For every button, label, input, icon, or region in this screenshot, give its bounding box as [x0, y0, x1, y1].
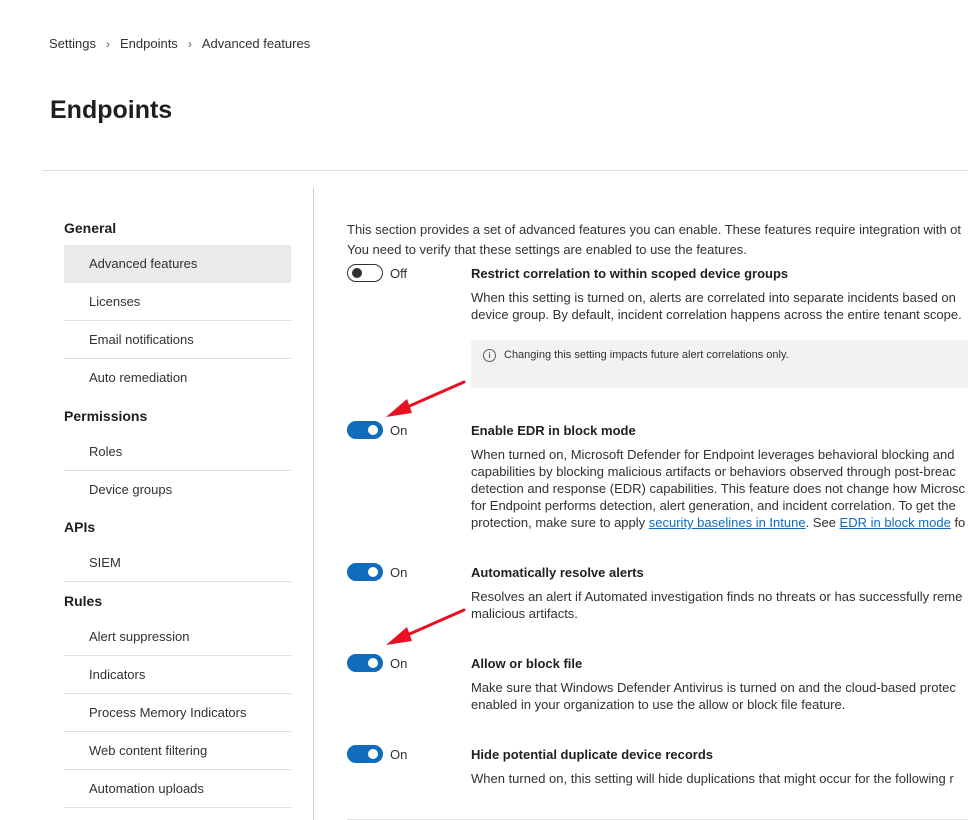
chevron-right-icon: › — [105, 36, 110, 51]
nav-item-automation-uploads[interactable]: Automation uploads — [64, 770, 291, 808]
nav-item-siem[interactable]: SIEM — [64, 544, 291, 582]
setting-desc-edr-block-mode: When turned on, Microsoft Defender for E… — [471, 447, 966, 530]
nav-item-device-groups[interactable]: Device groups — [64, 471, 291, 509]
nav-item-licenses[interactable]: Licenses — [64, 283, 291, 321]
nav-divider — [313, 188, 314, 820]
setting-desc-hide-duplicate-records: When turned on, this setting will hide d… — [471, 771, 954, 786]
breadcrumb: Settings › Endpoints › Advanced features — [49, 36, 310, 51]
breadcrumb-advanced-features: Advanced features — [201, 36, 311, 51]
nav-item-advanced-features[interactable]: Advanced features — [64, 245, 291, 283]
toggle-knob — [368, 658, 378, 668]
nav-header-rules: Rules — [64, 593, 103, 609]
setting-desc-restrict-correlation: When this setting is turned on, alerts a… — [471, 290, 962, 322]
nav-item-indicators[interactable]: Indicators — [64, 656, 291, 694]
edr-block-mode-link[interactable]: EDR in block mode — [840, 515, 951, 530]
restrict-correlation-toggle[interactable] — [347, 264, 383, 282]
edr-block-mode-toggle[interactable] — [347, 421, 383, 439]
setting-desc-auto-resolve-alerts: Resolves an alert if Automated investiga… — [471, 589, 963, 621]
setting-title-edr-block-mode: Enable EDR in block mode — [471, 423, 636, 438]
toggle-state-label: Off — [390, 266, 408, 281]
nav-item-roles[interactable]: Roles — [64, 433, 291, 471]
setting-title-allow-block-file: Allow or block file — [471, 656, 583, 671]
toggle-knob — [368, 425, 378, 435]
toggle-state-label: On — [390, 423, 408, 438]
nav-item-auto-remediation[interactable]: Auto remediation — [64, 359, 291, 397]
allow-block-file-toggle[interactable] — [347, 654, 383, 672]
setting-title-auto-resolve-alerts: Automatically resolve alerts — [471, 565, 644, 580]
toggle-state-label: On — [390, 565, 408, 580]
page-title: Endpoints — [50, 96, 173, 124]
toggle-knob — [368, 749, 378, 759]
red-arrow-icon — [386, 608, 466, 645]
toggle-knob — [368, 567, 378, 577]
info-message-text: Changing this setting impacts future ale… — [504, 349, 789, 361]
red-arrow-icon — [386, 380, 466, 417]
auto-resolve-alerts-toggle[interactable] — [347, 563, 383, 581]
info-message-box: i Changing this setting impacts future a… — [471, 340, 968, 388]
nav-header-permissions: Permissions — [64, 408, 148, 424]
toggle-state-label: On — [390, 747, 408, 762]
nav-item-email-notifications[interactable]: Email notifications — [64, 321, 291, 359]
breadcrumb-endpoints[interactable]: Endpoints — [120, 36, 178, 51]
nav-item-web-content-filtering[interactable]: Web content filtering — [64, 732, 291, 770]
nav-item-process-memory-indicators[interactable]: Process Memory Indicators — [64, 694, 291, 732]
setting-title-hide-duplicate-records: Hide potential duplicate device records — [471, 747, 714, 762]
nav-item-alert-suppression[interactable]: Alert suppression — [64, 618, 291, 656]
nav-header-general: General — [64, 220, 117, 236]
toggle-state-label: On — [390, 656, 408, 671]
security-baselines-link[interactable]: security baselines in Intune — [649, 515, 806, 530]
nav-header-apis: APIs — [64, 519, 96, 535]
intro-text: This section provides a set of advanced … — [347, 222, 962, 257]
header-divider — [42, 170, 968, 171]
chevron-right-icon: › — [187, 36, 192, 51]
setting-desc-allow-block-file: Make sure that Windows Defender Antiviru… — [471, 680, 956, 712]
setting-title-restrict-correlation: Restrict correlation to within scoped de… — [471, 266, 789, 281]
toggle-knob — [352, 268, 362, 278]
hide-duplicate-records-toggle[interactable] — [347, 745, 383, 763]
info-icon: i — [483, 349, 496, 362]
breadcrumb-settings[interactable]: Settings — [49, 36, 96, 51]
